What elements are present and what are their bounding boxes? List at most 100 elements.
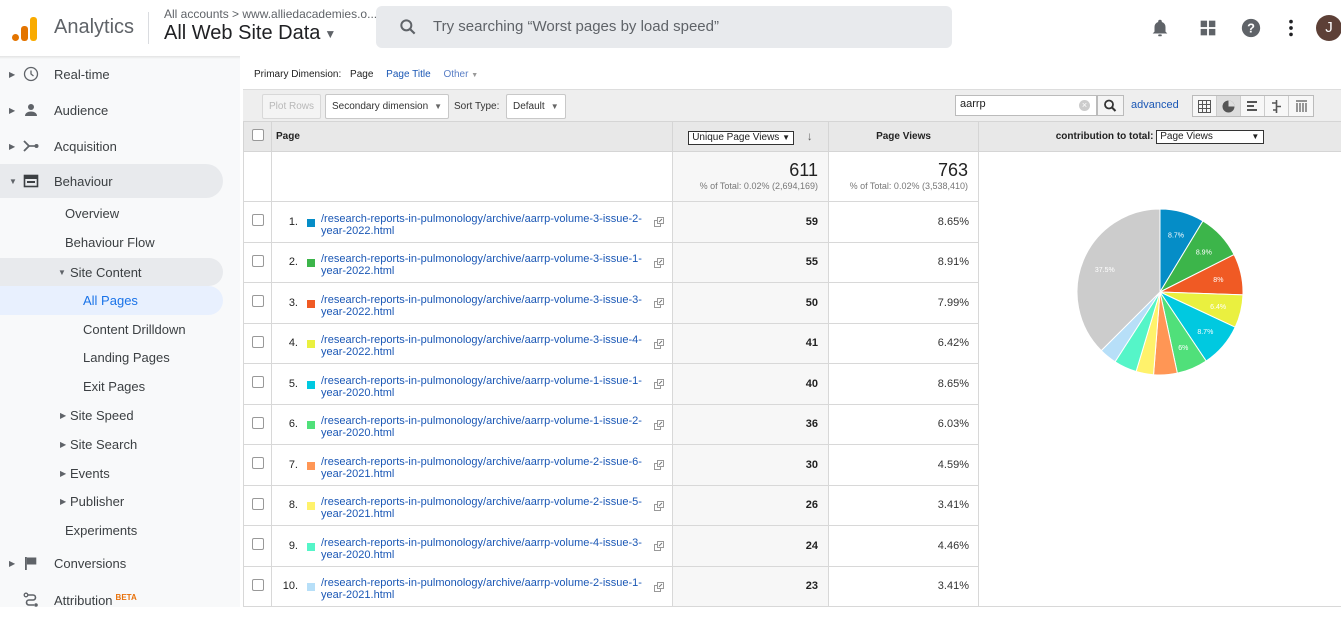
row-checkbox[interactable] bbox=[252, 376, 264, 388]
open-external-icon[interactable] bbox=[654, 217, 664, 227]
row-checkbox[interactable] bbox=[252, 579, 264, 591]
sidebar-item-all-pages[interactable]: All Pages bbox=[0, 286, 223, 315]
open-external-icon[interactable] bbox=[654, 460, 664, 470]
sidebar-item-label: AttributionBETA bbox=[54, 593, 137, 608]
metric-selector[interactable]: Unique Page Views ▼ bbox=[688, 131, 794, 145]
page-link[interactable]: /research-reports-in-pulmonology/archive… bbox=[321, 294, 651, 318]
performance-view-button[interactable] bbox=[1241, 96, 1265, 116]
page-link[interactable]: /research-reports-in-pulmonology/archive… bbox=[321, 496, 651, 520]
property-selector[interactable]: All Web Site Data▼ bbox=[164, 22, 336, 45]
sort-desc-icon[interactable]: ↓ bbox=[807, 129, 813, 143]
page-link[interactable]: /research-reports-in-pulmonology/archive… bbox=[321, 253, 651, 277]
search-icon bbox=[398, 17, 418, 37]
dimension-other[interactable]: Other ▼ bbox=[443, 69, 478, 80]
page-link[interactable]: /research-reports-in-pulmonology/archive… bbox=[321, 213, 651, 237]
comparison-view-button[interactable] bbox=[1265, 96, 1289, 116]
pivot-icon bbox=[1295, 100, 1308, 113]
row-checkbox[interactable] bbox=[252, 336, 264, 348]
series-swatch bbox=[307, 421, 315, 429]
analytics-logo-icon[interactable] bbox=[12, 15, 38, 41]
open-external-icon[interactable] bbox=[654, 379, 664, 389]
sidebar-item-attribution[interactable]: AttributionBETA bbox=[0, 583, 223, 617]
sidebar-item-label: Behaviour bbox=[54, 174, 113, 189]
clear-icon[interactable]: × bbox=[1079, 100, 1090, 111]
chevron-down-icon: ▼ bbox=[782, 133, 790, 142]
expand-arrow-icon: ▶ bbox=[9, 559, 15, 568]
pie-view-button[interactable] bbox=[1217, 96, 1241, 116]
table-filter-input[interactable]: aarrp× bbox=[955, 95, 1097, 116]
sidebar-item-acquisition[interactable]: ▶ Acquisition bbox=[0, 129, 223, 163]
help-icon[interactable]: ? bbox=[1240, 17, 1262, 39]
column-header-page[interactable]: Page bbox=[272, 122, 673, 152]
row-checkbox[interactable] bbox=[252, 255, 264, 267]
expand-arrow-icon: ▶ bbox=[9, 106, 15, 115]
row-select-cell bbox=[244, 445, 272, 486]
row-select-cell bbox=[244, 485, 272, 526]
row-checkbox[interactable] bbox=[252, 457, 264, 469]
select-all-checkbox[interactable] bbox=[252, 129, 264, 141]
page-link[interactable]: /research-reports-in-pulmonology/archive… bbox=[321, 415, 651, 439]
sidebar-item-label: Site Search bbox=[70, 437, 137, 452]
open-external-icon[interactable] bbox=[654, 541, 664, 551]
avatar[interactable]: J bbox=[1316, 15, 1341, 41]
chevron-down-icon: ▼ bbox=[1251, 131, 1259, 143]
caret-down-icon: ▼ bbox=[551, 102, 559, 111]
sort-type-value: Default bbox=[513, 101, 545, 112]
search-box[interactable]: Try searching “Worst pages by load speed… bbox=[376, 6, 952, 48]
sidebar-item-behaviour[interactable]: ▼ Behaviour bbox=[0, 164, 223, 198]
open-external-icon[interactable] bbox=[654, 298, 664, 308]
open-external-icon[interactable] bbox=[654, 339, 664, 349]
pivot-view-button[interactable] bbox=[1289, 96, 1313, 116]
sidebar-item-label: Overview bbox=[65, 206, 119, 221]
more-vert-icon[interactable] bbox=[1280, 17, 1302, 39]
advanced-filter-link[interactable]: advanced bbox=[1131, 99, 1179, 111]
column-header-page-views[interactable]: Page Views bbox=[829, 122, 979, 152]
contribution-selector[interactable]: Page Views▼ bbox=[1156, 130, 1264, 144]
unique-page-views-cell: 26 bbox=[673, 485, 829, 526]
page-cell: 5. /research-reports-in-pulmonology/archi… bbox=[272, 364, 673, 405]
page-link[interactable]: /research-reports-in-pulmonology/archive… bbox=[321, 537, 651, 561]
total-percent: % of Total: 0.02% (2,694,169) bbox=[673, 181, 828, 191]
apps-grid-icon[interactable] bbox=[1197, 17, 1219, 39]
sort-type-dropdown[interactable]: Default ▼ bbox=[506, 94, 566, 119]
page-cell: 4. /research-reports-in-pulmonology/archi… bbox=[272, 323, 673, 364]
unique-page-views-cell: 36 bbox=[673, 404, 829, 445]
series-swatch bbox=[307, 381, 315, 389]
dimension-page-title[interactable]: Page Title bbox=[386, 69, 430, 80]
dimension-page[interactable]: Page bbox=[350, 69, 373, 80]
table-view-button[interactable] bbox=[1193, 96, 1217, 116]
account-breadcrumb[interactable]: All accounts > www.alliedacademies.o... bbox=[164, 7, 377, 21]
sidebar-item-audience[interactable]: ▶ Audience bbox=[0, 93, 223, 127]
sidebar-item-experiments[interactable]: Experiments bbox=[0, 513, 223, 547]
open-external-icon[interactable] bbox=[654, 582, 664, 592]
row-index: 5. bbox=[272, 378, 298, 390]
series-swatch bbox=[307, 340, 315, 348]
row-checkbox[interactable] bbox=[252, 295, 264, 307]
column-header-unique-page-views[interactable]: Unique Page Views ▼ ↓ bbox=[673, 122, 829, 152]
row-checkbox[interactable] bbox=[252, 498, 264, 510]
secondary-dimension-dropdown[interactable]: Secondary dimension▼ bbox=[325, 94, 449, 119]
open-external-icon[interactable] bbox=[654, 501, 664, 511]
sidebar-item-conversions[interactable]: ▶ Conversions bbox=[0, 546, 223, 580]
row-checkbox[interactable] bbox=[252, 417, 264, 429]
row-checkbox[interactable] bbox=[252, 538, 264, 550]
pie-slice-label: 8.7% bbox=[1197, 329, 1213, 336]
sidebar-item-realtime[interactable]: ▶ Real-time bbox=[0, 57, 223, 91]
page-views-percent-cell: 7.99% bbox=[829, 283, 979, 324]
page-link[interactable]: /research-reports-in-pulmonology/archive… bbox=[321, 577, 651, 601]
row-checkbox[interactable] bbox=[252, 214, 264, 226]
open-external-icon[interactable] bbox=[654, 420, 664, 430]
sidebar-item-label: Real-time bbox=[54, 67, 110, 82]
sidebar-item-behaviour-flow[interactable]: Behaviour Flow bbox=[0, 225, 223, 259]
pie-chart-cell: 8.7%8.9%8%6.4%8.7%6%37.5% bbox=[979, 152, 1341, 607]
page-link[interactable]: /research-reports-in-pulmonology/archive… bbox=[321, 456, 651, 480]
filter-search-button[interactable] bbox=[1097, 95, 1124, 116]
row-index: 4. bbox=[272, 337, 298, 349]
sidebar-item-site-content[interactable]: ▼ Site Content bbox=[0, 258, 223, 286]
open-external-icon[interactable] bbox=[654, 258, 664, 268]
page-link[interactable]: /research-reports-in-pulmonology/archive… bbox=[321, 334, 651, 358]
page-link[interactable]: /research-reports-in-pulmonology/archive… bbox=[321, 375, 651, 399]
plot-rows-button[interactable]: Plot Rows bbox=[262, 94, 321, 119]
sidebar-item-label: Publisher bbox=[70, 494, 124, 509]
bell-icon[interactable] bbox=[1149, 17, 1171, 39]
